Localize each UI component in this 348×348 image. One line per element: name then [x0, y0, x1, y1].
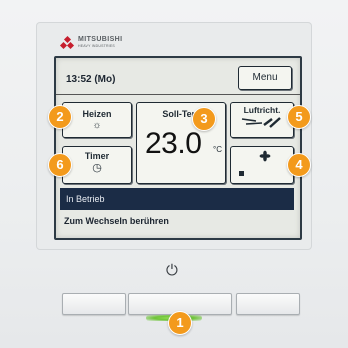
callout-badge-3: 3 — [192, 107, 216, 131]
airflow-direction-button[interactable]: Luftricht. — [230, 102, 294, 138]
hint-text: Zum Wechseln berühren — [64, 216, 169, 226]
hardware-button-right[interactable] — [236, 293, 300, 315]
mode-label: Heizen — [82, 109, 112, 119]
power-icon: ⏻ — [166, 262, 178, 279]
brand-sub: HEAVY INDUSTRIES — [78, 44, 115, 48]
sun-icon: ☼ — [92, 120, 102, 131]
menu-button[interactable]: Menu — [238, 66, 292, 90]
three-diamonds-icon — [59, 35, 75, 50]
status-bar: In Betrieb — [60, 188, 294, 210]
setpoint-unit: °C — [213, 145, 222, 154]
mode-button[interactable]: Heizen ☼ — [62, 102, 132, 138]
callout-badge-2: 2 — [48, 105, 72, 129]
remote-controller: MITSUBISHI HEAVY INDUSTRIES 13:52 (Mo) M… — [0, 0, 348, 348]
setpoint-value: 23.0 — [145, 127, 202, 160]
fan-icon — [239, 150, 271, 176]
vane-icon — [241, 117, 281, 128]
callout-badge-1: 1 — [168, 311, 192, 335]
brand-logo: MITSUBISHI HEAVY INDUSTRIES — [59, 35, 123, 50]
fan-speed-button[interactable] — [230, 146, 294, 184]
touch-screen: 13:52 (Mo) Menu Heizen ☼ Soll-Tem 23.0 °… — [54, 56, 302, 240]
clock-icon: ◷ — [92, 162, 102, 174]
hardware-button-left[interactable] — [62, 293, 126, 315]
callout-badge-4: 4 — [287, 153, 311, 177]
timer-button[interactable]: Timer ◷ — [62, 146, 132, 184]
timer-label: Timer — [84, 151, 110, 161]
clock-display: 13:52 (Mo) — [66, 74, 116, 85]
brand-name: MITSUBISHI — [78, 36, 123, 43]
vane-label: Luftricht. — [243, 105, 281, 115]
callout-badge-6: 6 — [48, 153, 72, 177]
callout-badge-5: 5 — [287, 105, 311, 129]
